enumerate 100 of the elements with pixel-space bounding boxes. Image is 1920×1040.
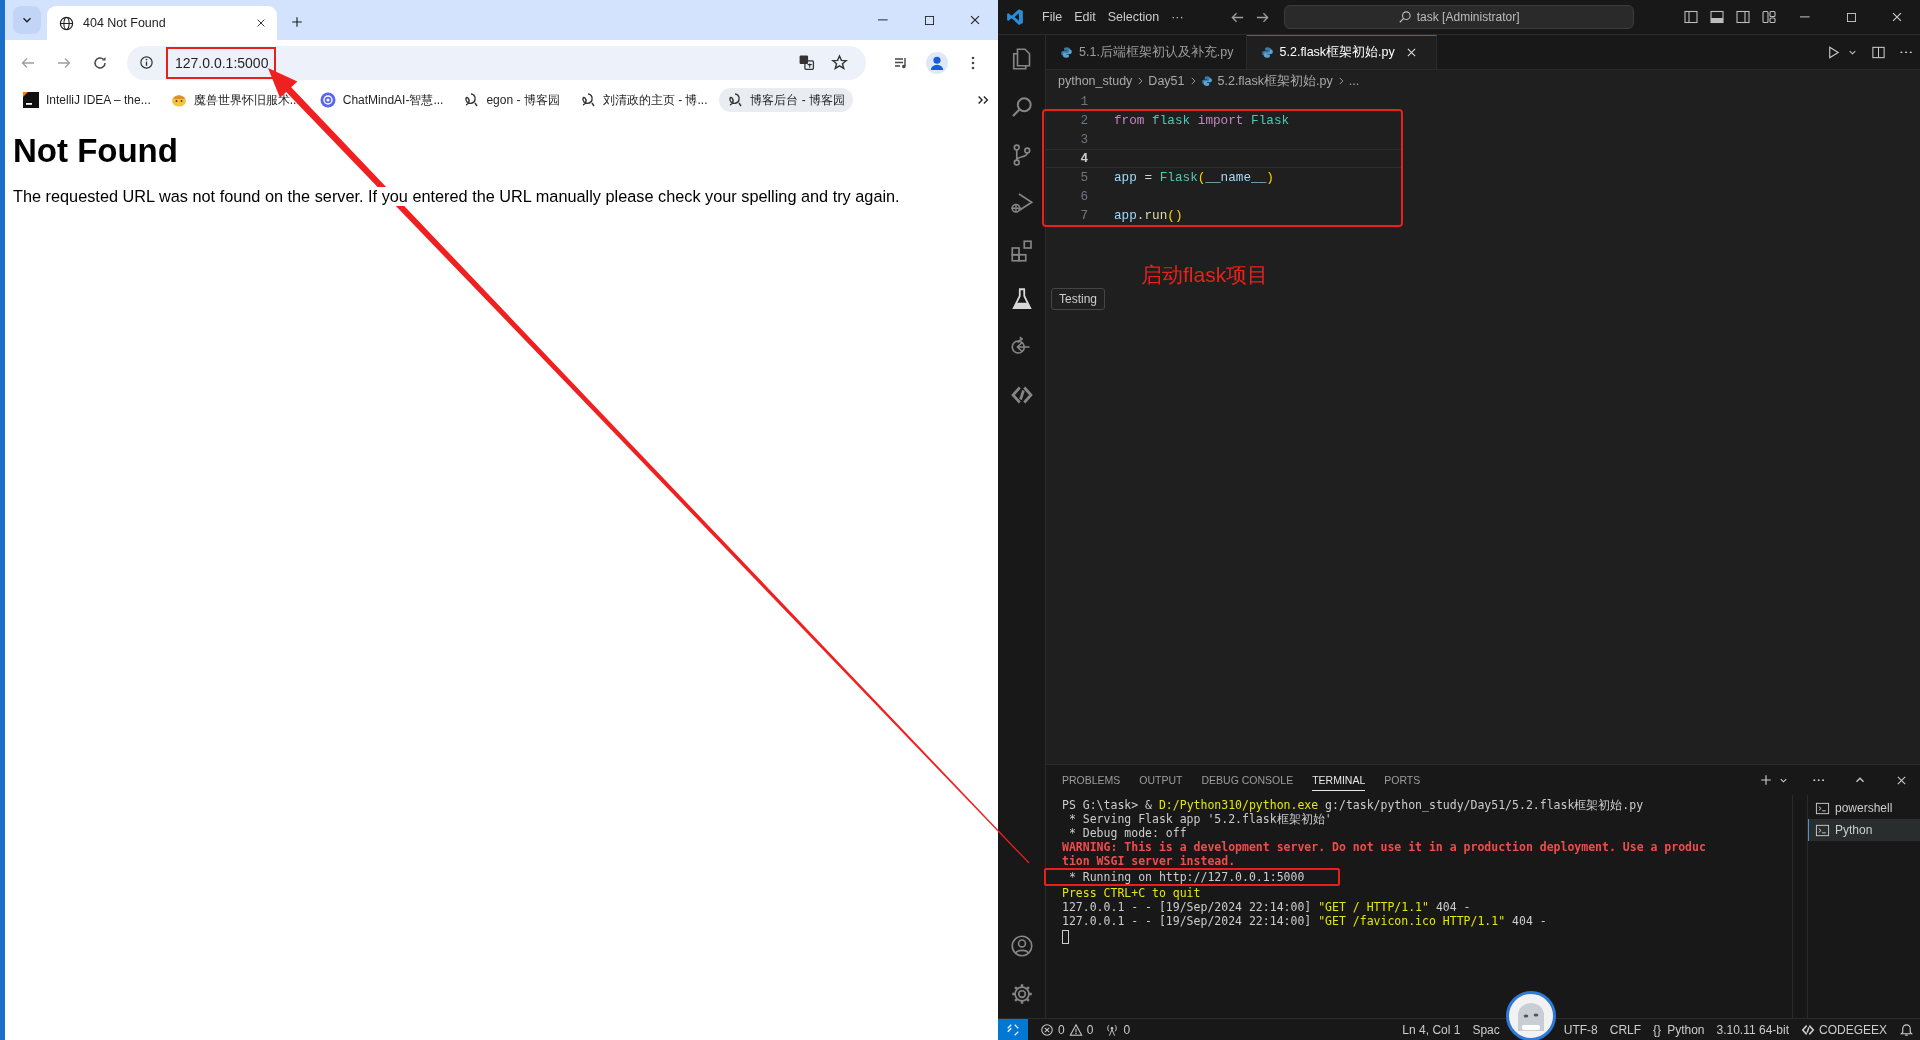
terminal-line: * Running on http://127.0.0.1:5000	[1067, 870, 1306, 884]
status-item[interactable]: CRLF	[1603, 1022, 1648, 1037]
page-heading: Not Found	[13, 132, 179, 170]
line-number: 4	[1079, 151, 1088, 166]
account-icon[interactable]	[1009, 934, 1034, 958]
antenna-icon	[1105, 1022, 1120, 1037]
codegeex-status[interactable]: CODEGEEX	[1795, 1022, 1893, 1037]
terminal-line: Press CTRL+C to quit	[1062, 886, 1202, 900]
close-icon	[1890, 10, 1904, 24]
code-line: from flask import Flask	[1114, 113, 1290, 128]
maximize-icon	[922, 13, 936, 27]
star-icon[interactable]	[831, 54, 848, 71]
maximize-icon	[1844, 10, 1858, 24]
minimize-icon	[878, 19, 888, 21]
terminal-line: tion WSGI server instead.	[1062, 854, 1237, 868]
swirl-icon	[463, 92, 480, 108]
bell-icon[interactable]	[1899, 1022, 1914, 1037]
panel-tab[interactable]: PROBLEMS	[1062, 769, 1121, 791]
language-status[interactable]: {} Python	[1647, 1022, 1711, 1037]
bookmark[interactable]: egon - 博客园	[455, 88, 568, 112]
remote-button[interactable]	[998, 1018, 1028, 1040]
minimize-icon	[1800, 16, 1810, 18]
close-icon[interactable]	[255, 17, 267, 29]
breadcrumb-item[interactable]: ...	[1348, 74, 1360, 88]
breadcrumb-item[interactable]: 5.2.flask框架初始.py	[1200, 72, 1333, 90]
creature-icon	[170, 92, 187, 108]
bookmark[interactable]: 博客后台 - 博客园	[719, 88, 854, 112]
settings-icon[interactable]	[1009, 982, 1034, 1006]
code-line: app = Flask(__name__)	[1114, 170, 1274, 185]
line-number: 3	[1079, 132, 1088, 147]
terminal-line: * Serving Flask app '5.2.flask框架初始'	[1067, 812, 1333, 826]
more-actions-icon	[1899, 50, 1913, 54]
bookmark[interactable]: 魔兽世界怀旧服术...	[162, 88, 308, 112]
python-file-icon	[1260, 46, 1274, 59]
terminal-line: PS G:\task> & D:/Python310/python.exe g:/task/python_study/Day51/5.2.flask框架初始.py	[1062, 798, 1645, 812]
line-number: 1	[1079, 94, 1088, 109]
line-number: 6	[1079, 189, 1088, 204]
terminal-line: 127.0.0.1 - - [19/Sep/2024 22:14:00] "GET /favicon.ico HTTP/1.1" 404 -	[1062, 914, 1548, 928]
panel-tab[interactable]: PORTS	[1384, 769, 1421, 791]
panel-tab[interactable]: OUTPUT	[1139, 769, 1183, 791]
reload-icon	[92, 54, 108, 71]
globe-icon	[59, 15, 74, 31]
layout-icon[interactable]	[1735, 9, 1751, 25]
translate-icon[interactable]	[798, 54, 815, 71]
split-editor-icon	[1870, 44, 1886, 60]
flask-icon[interactable]	[1009, 287, 1034, 311]
panel-tab[interactable]: DEBUG CONSOLE	[1201, 769, 1294, 791]
more-actions-icon	[1813, 778, 1825, 782]
more-bookmarks-icon	[976, 93, 990, 107]
run-debug-icon[interactable]	[1009, 191, 1034, 215]
address-bar[interactable]: 127.0.0.1:5000	[127, 45, 866, 80]
command-center[interactable]: task [Administrator]	[1283, 5, 1634, 29]
remote-icon	[1006, 1022, 1020, 1037]
status-item[interactable]: Spac	[1466, 1022, 1506, 1037]
layout-icon[interactable]	[1683, 9, 1699, 25]
tooltip: Testing	[1051, 288, 1106, 310]
status-item[interactable]: UTF-8	[1557, 1022, 1604, 1037]
search-icon	[1397, 10, 1412, 24]
breadcrumb-item[interactable]: Day51	[1148, 74, 1185, 88]
tab-title: 404 Not Found	[83, 16, 167, 30]
terminal-instance[interactable]: powershell	[1808, 797, 1920, 819]
page-message: The requested URL was not found on the server. If you entered the URL manually please check your spelling and try again.	[13, 187, 900, 206]
ring-icon	[319, 92, 336, 108]
bookmark[interactable]: 刘清政的主页 - 博...	[571, 88, 716, 112]
layout-icon[interactable]	[1761, 9, 1777, 25]
terminal-icon	[1815, 822, 1830, 838]
terminal-icon	[1815, 800, 1830, 816]
menu-item[interactable]: File	[1036, 10, 1069, 24]
bookmark[interactable]: IntelliJ IDEA – the...	[15, 88, 159, 112]
more-bookmarks-button[interactable]	[976, 93, 990, 107]
new-terminal-icon	[1759, 773, 1773, 787]
python-file-icon	[1200, 75, 1213, 87]
extensions-icon[interactable]	[1009, 239, 1034, 263]
logo-icon	[1006, 8, 1024, 26]
profile-icon	[926, 51, 948, 74]
ports-status[interactable]: 0	[1099, 1022, 1137, 1037]
breadcrumb-item[interactable]: python_study	[1058, 74, 1133, 88]
terminal-line: WARNING: This is a development server. Do not use it in a production deployment. Use a produc	[1062, 840, 1707, 854]
code-brackets-icon	[1801, 1022, 1815, 1037]
menu-item[interactable]: Selection	[1101, 10, 1166, 24]
bookmark[interactable]: ChatMindAI-智慧...	[311, 88, 452, 112]
terminal-instance[interactable]: Python	[1808, 819, 1920, 841]
layout-icon[interactable]	[1709, 9, 1725, 25]
editor-tab[interactable]: 5.2.flask框架初始.py	[1246, 35, 1437, 69]
assistant-avatar[interactable]	[1505, 990, 1556, 1040]
status-item[interactable]: Ln 4, Col 1	[1396, 1022, 1467, 1037]
warning-icon	[1068, 1022, 1083, 1037]
menu-item[interactable]: Edit	[1068, 10, 1102, 24]
problems-status[interactable]: 0 0	[1034, 1022, 1100, 1037]
menu-item[interactable]: ···	[1165, 10, 1190, 24]
line-number: 2	[1079, 113, 1088, 128]
status-item[interactable]: 3.10.11 64-bit	[1710, 1022, 1795, 1037]
code-line: app.run()	[1114, 208, 1183, 223]
panel-tab[interactable]: TERMINAL	[1312, 769, 1366, 791]
app-icon	[23, 92, 39, 108]
editor-tab[interactable]: 5.1.后端框架初认及补充.py	[1046, 35, 1247, 69]
browser-tab[interactable]: 404 Not Found	[47, 6, 277, 40]
info-icon[interactable]	[139, 55, 154, 70]
annotation-text: 启动flask项目	[1141, 262, 1269, 288]
new-tab-icon	[290, 15, 304, 29]
